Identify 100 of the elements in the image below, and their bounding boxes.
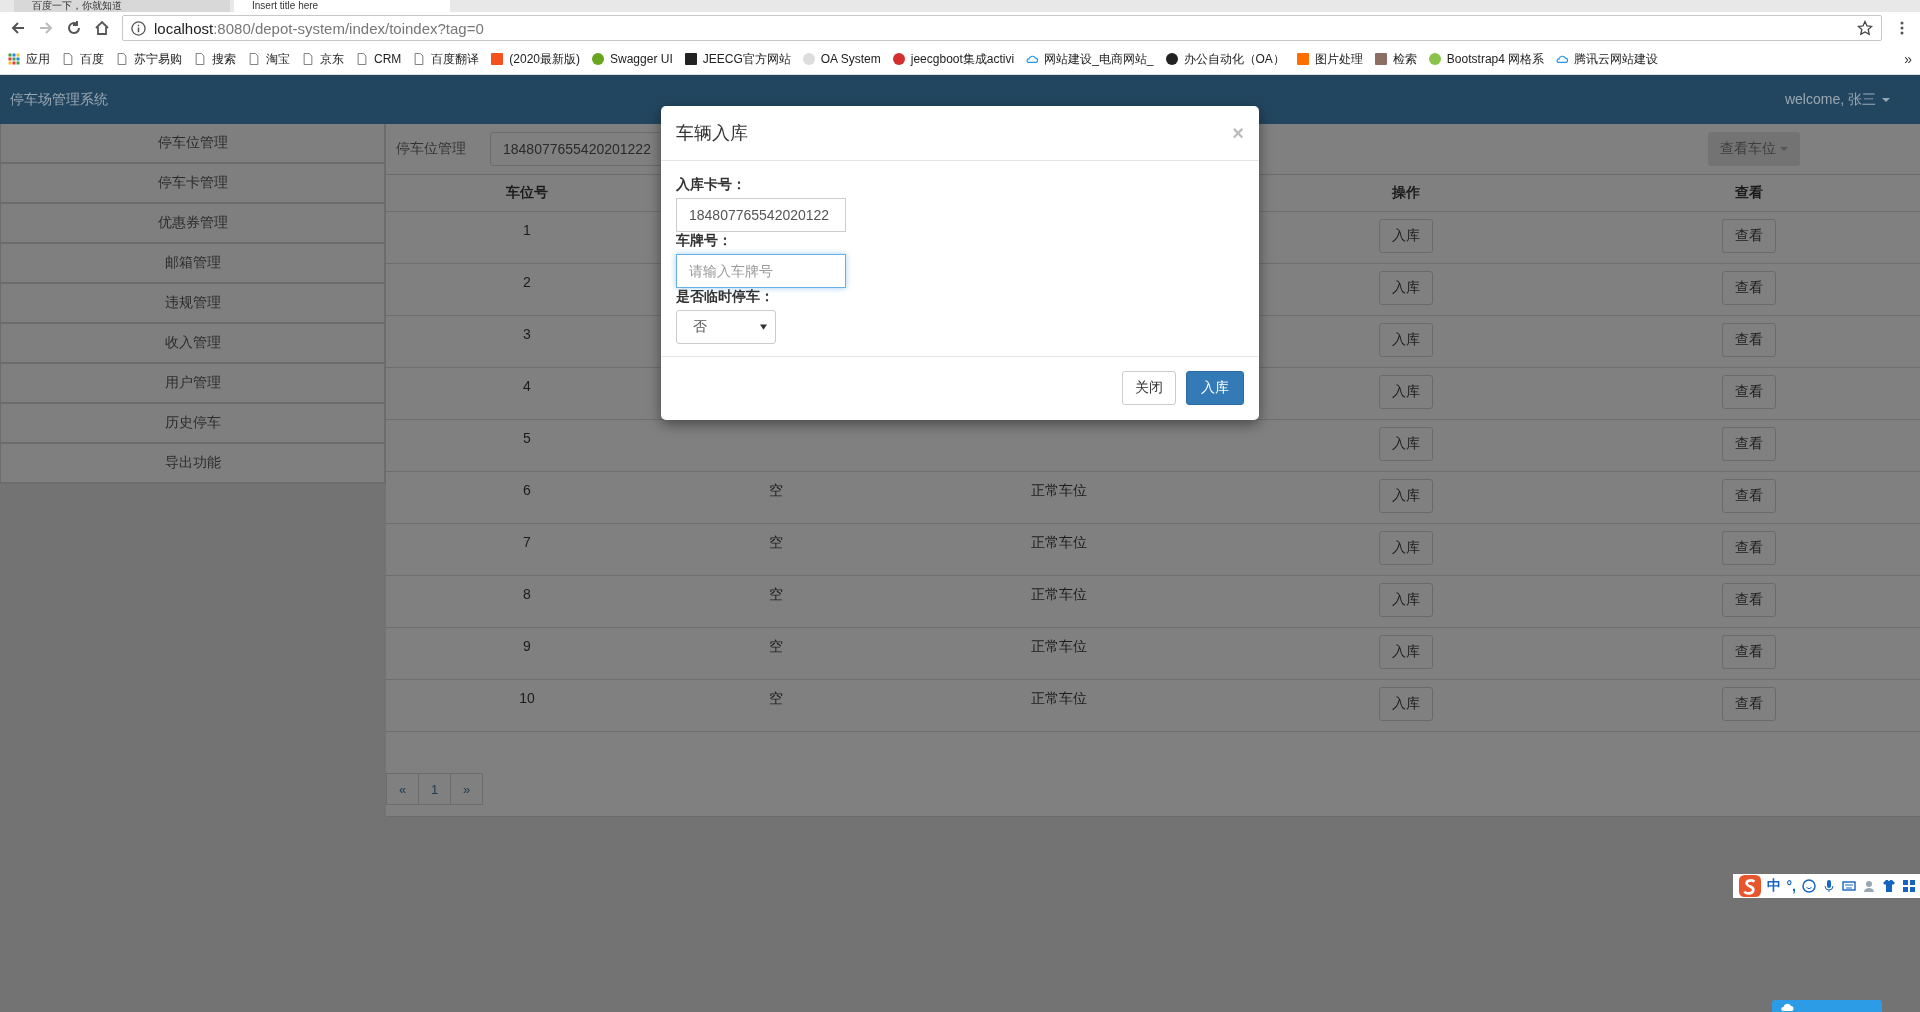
bookmark-item[interactable]: JEECG官方网站	[684, 50, 791, 68]
info-icon[interactable]	[131, 20, 146, 36]
section-label: 停车位管理	[396, 140, 466, 158]
view-button[interactable]: 查看	[1722, 271, 1776, 305]
bookmark-item[interactable]: Bootstrap4 网格系	[1428, 50, 1545, 68]
site-icon	[1374, 53, 1387, 65]
ime-punctuation[interactable]: °,	[1786, 878, 1796, 894]
site-icon	[684, 53, 697, 65]
field-label: 车牌号：	[676, 232, 732, 250]
more-bookmarks[interactable]: »	[1904, 51, 1912, 67]
cloud-icon	[1780, 1002, 1794, 1012]
sidebar-item[interactable]: 用户管理	[0, 364, 385, 404]
view-button[interactable]: 查看	[1722, 375, 1776, 409]
bookmark-item[interactable]: 百度	[62, 50, 104, 68]
pagination-link[interactable]: 1	[418, 773, 451, 805]
bookmark-item[interactable]: 图片处理	[1296, 50, 1363, 68]
view-button[interactable]: 查看	[1722, 479, 1776, 513]
park-in-button[interactable]: 入库	[1379, 687, 1433, 721]
browser-tab[interactable]: 百度一下，你就知道	[14, 0, 230, 12]
sidebar-item[interactable]: 历史停车	[0, 404, 385, 444]
view-button[interactable]: 查看	[1722, 583, 1776, 617]
bookmark-item[interactable]: 网站建设_电商网站_	[1026, 50, 1154, 68]
bookmark-item[interactable]: 京东	[302, 50, 344, 68]
back-icon[interactable]	[10, 20, 26, 36]
reload-icon[interactable]	[66, 20, 82, 36]
sidebar-item[interactable]: 违规管理	[0, 284, 385, 324]
table-cell: 空	[769, 586, 783, 604]
bookmark-item[interactable]: (2020最新版)	[491, 50, 580, 68]
bookmark-item[interactable]: 百度翻译	[413, 50, 480, 68]
sidebar-item[interactable]: 停车卡管理	[0, 164, 385, 204]
address-bar[interactable]: localhost:8080/depot-system/index/toindex?tag=0	[122, 15, 1882, 41]
table-cell: 6	[523, 482, 531, 498]
column-header: 查看	[1734, 183, 1764, 202]
dialog-button[interactable]: 关闭	[1122, 371, 1176, 405]
home-icon[interactable]	[94, 20, 110, 36]
page-icon	[116, 53, 128, 65]
dialog-button[interactable]: 入库	[1186, 371, 1244, 405]
page-icon	[62, 53, 74, 65]
sidebar-item[interactable]: 优惠券管理	[0, 204, 385, 244]
sidebar-item[interactable]: 停车位管理	[0, 124, 385, 164]
bookmark-item[interactable]: 腾讯云网站建设	[1556, 50, 1659, 68]
pagination-link[interactable]: «	[386, 773, 419, 805]
sidebar-item[interactable]: 收入管理	[0, 324, 385, 364]
table-cell: 正常车位	[1031, 586, 1087, 604]
sidebar-item[interactable]: 邮箱管理	[0, 244, 385, 284]
user-menu[interactable]: welcome, 张三	[1784, 90, 1890, 109]
park-in-button[interactable]: 入库	[1379, 635, 1433, 669]
bookmark-item[interactable]: 应用	[8, 50, 50, 68]
view-button[interactable]: 查看	[1722, 323, 1776, 357]
select-field[interactable]: 否	[676, 310, 776, 344]
bookmark-star-icon[interactable]	[1857, 20, 1873, 36]
park-in-button[interactable]: 入库	[1379, 375, 1433, 409]
table-cell: 正常车位	[1031, 638, 1087, 656]
table-cell: 空	[769, 534, 783, 552]
park-in-button[interactable]: 入库	[1379, 427, 1433, 461]
smiley-icon[interactable]	[1802, 879, 1816, 893]
sidebar-item[interactable]: 导出功能	[0, 444, 385, 484]
cloud-icon	[1556, 53, 1569, 65]
view-button[interactable]: 查看	[1722, 427, 1776, 461]
view-button[interactable]: 查看	[1722, 531, 1776, 565]
input-field[interactable]: 请输入车牌号	[676, 254, 846, 288]
park-in-button[interactable]: 入库	[1379, 271, 1433, 305]
site-icon	[892, 53, 905, 65]
bookmark-item[interactable]: 办公自动化（OA）	[1165, 50, 1285, 68]
grid-icon[interactable]	[1902, 879, 1916, 893]
pagination-link[interactable]: »	[450, 773, 483, 805]
park-in-button[interactable]: 入库	[1379, 219, 1433, 253]
view-button[interactable]: 查看	[1722, 635, 1776, 669]
upload-tab[interactable]	[1772, 1000, 1882, 1012]
ime-mode[interactable]: 中	[1766, 877, 1781, 895]
table-cell: 空	[769, 690, 783, 708]
page-icon	[248, 53, 260, 65]
bookmark-item[interactable]: 苏宁易购	[116, 50, 182, 68]
park-in-button[interactable]: 入库	[1379, 531, 1433, 565]
site-icon	[491, 53, 504, 65]
url-text: localhost:8080/depot-system/index/toindex?tag=0	[154, 19, 485, 37]
park-in-button[interactable]: 入库	[1379, 323, 1433, 357]
bookmark-item[interactable]: 淘宝	[248, 50, 290, 68]
bookmark-item[interactable]: OA System	[802, 52, 881, 66]
site-icon	[592, 53, 604, 65]
browser-tab[interactable]: Insert title here	[234, 0, 450, 12]
shirt-icon[interactable]	[1882, 879, 1896, 893]
ime-logo-icon[interactable]	[1738, 875, 1761, 897]
app-title[interactable]: 停车场管理系统	[10, 90, 108, 109]
park-in-button[interactable]: 入库	[1379, 479, 1433, 513]
dropdown-arrow-icon	[760, 324, 767, 330]
view-button[interactable]: 查看	[1722, 687, 1776, 721]
microphone-icon[interactable]	[1822, 879, 1836, 893]
bookmark-item[interactable]: CRM	[356, 52, 402, 66]
column-header: 操作	[1391, 183, 1421, 202]
keyboard-icon[interactable]	[1842, 879, 1856, 893]
bookmark-item[interactable]: Swagger UI	[592, 52, 673, 66]
site-icon	[1428, 53, 1441, 65]
site-icon	[802, 53, 815, 65]
view-button[interactable]: 查看	[1722, 219, 1776, 253]
bookmark-item[interactable]: jeecgboot集成activi	[892, 50, 1015, 68]
park-in-button[interactable]: 入库	[1379, 583, 1433, 617]
bookmark-item[interactable]: 搜索	[194, 50, 236, 68]
input-field[interactable]: 184807765542020122	[676, 198, 846, 232]
bookmark-item[interactable]: 检索	[1374, 50, 1417, 68]
